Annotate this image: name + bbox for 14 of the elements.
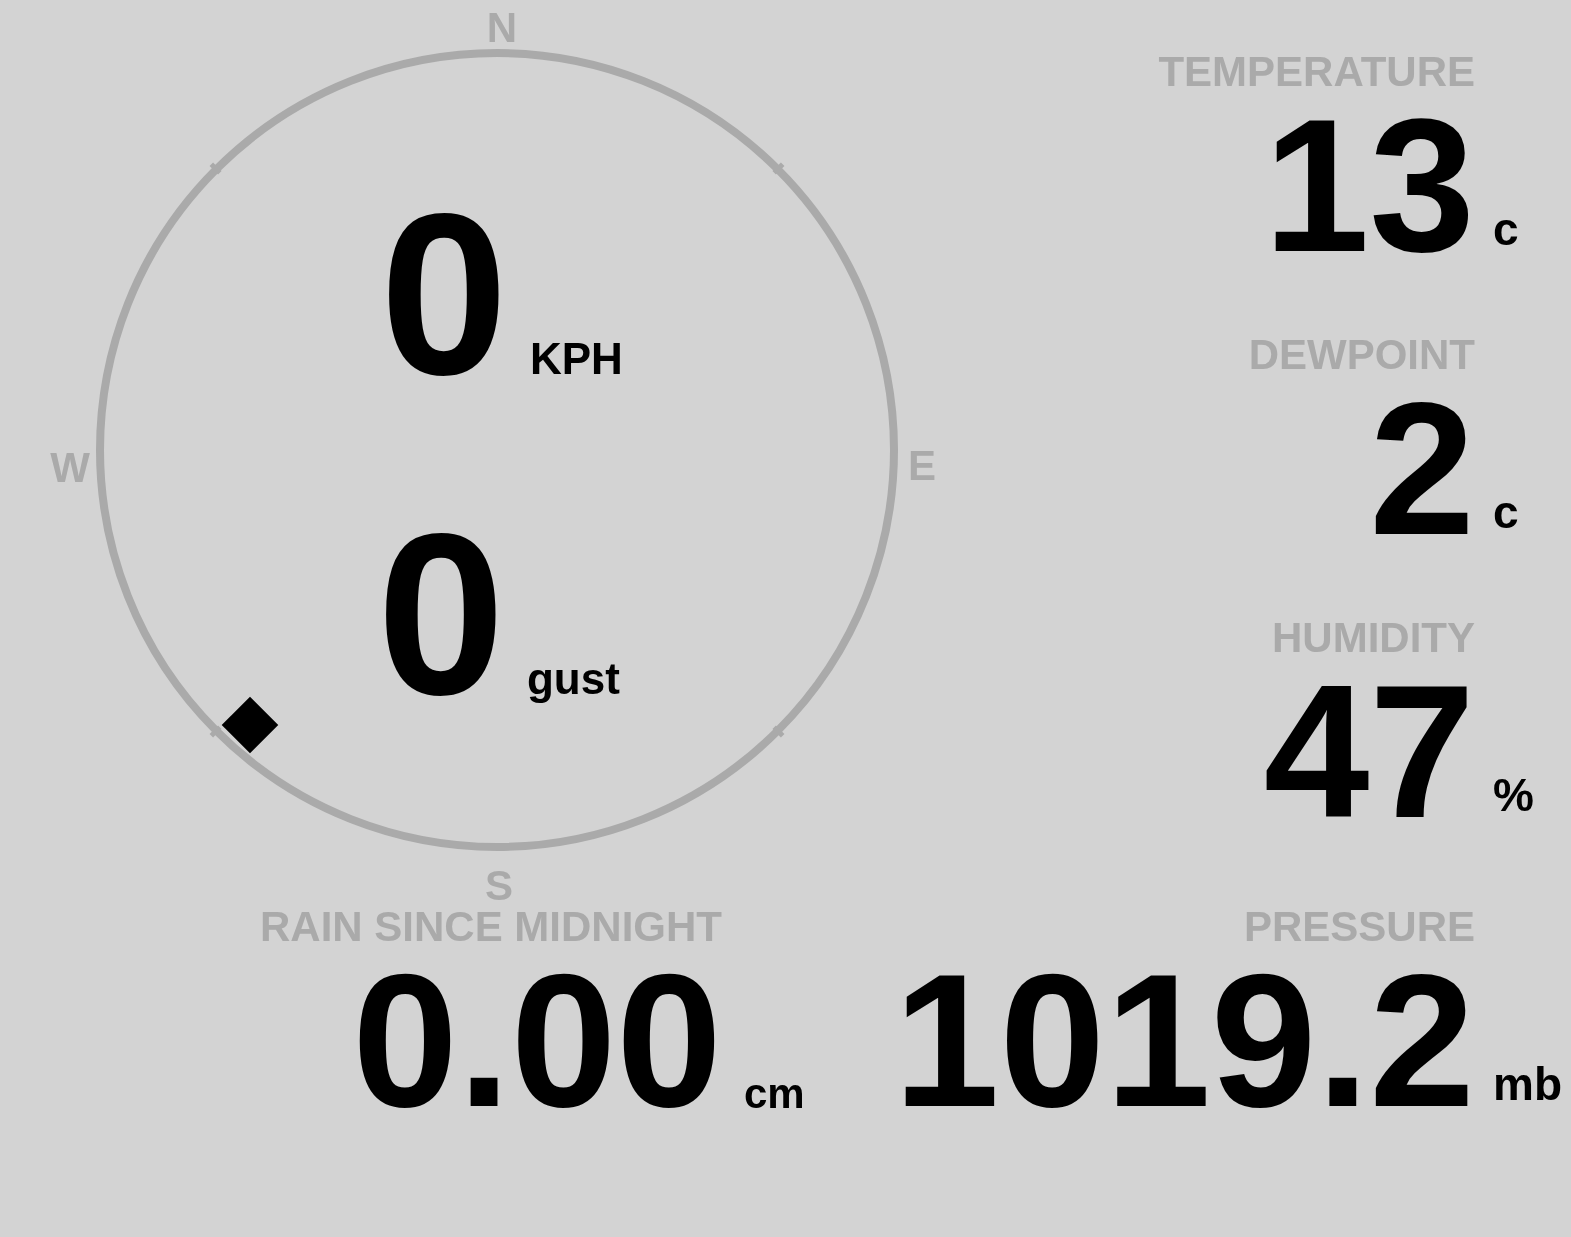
- stat-unit: c: [1492, 489, 1520, 540]
- wind-speed-value: 0: [380, 180, 508, 410]
- rain-unit: cm: [743, 1073, 805, 1119]
- gust-value: 0: [377, 500, 505, 730]
- rain-value: 0.00: [352, 945, 722, 1135]
- stat-unit: %: [1492, 772, 1535, 823]
- stat-value: 47: [1263, 656, 1475, 846]
- stat-value: 13: [1263, 90, 1475, 280]
- gust-label: gust: [526, 657, 620, 701]
- stat-value: 2: [1369, 373, 1475, 563]
- pressure-unit: mb: [1492, 1061, 1563, 1112]
- pressure-value: 1019.2: [893, 945, 1475, 1135]
- wind-speed-unit: KPH: [529, 337, 623, 381]
- stat-unit: c: [1492, 206, 1520, 257]
